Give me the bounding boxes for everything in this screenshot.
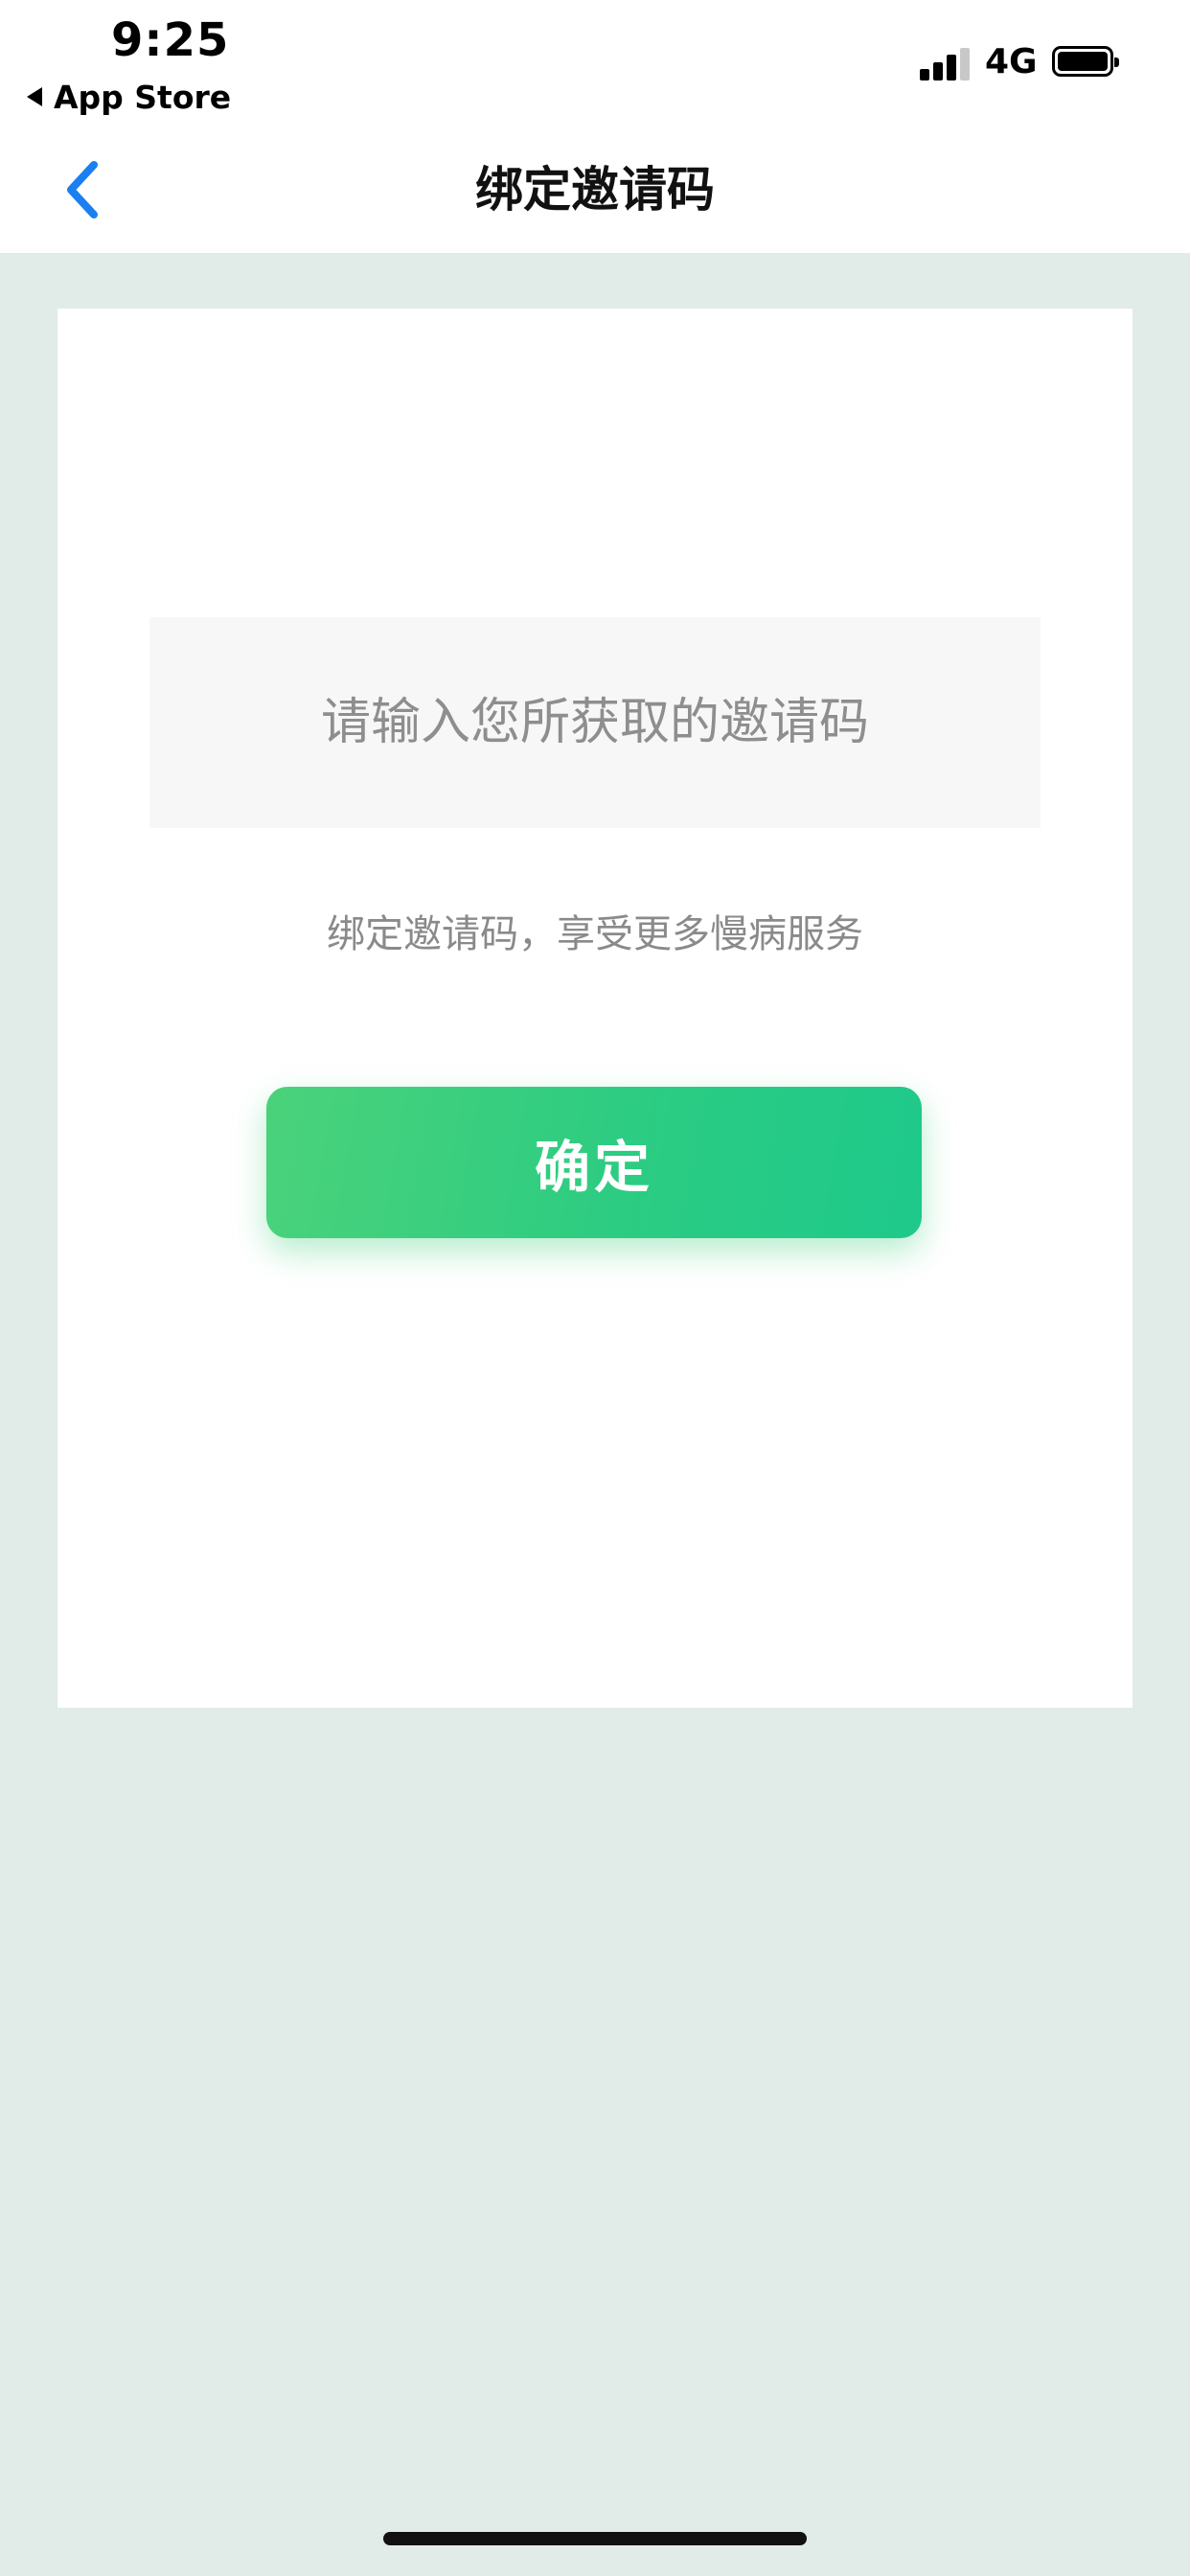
status-time: 9:25 <box>111 13 230 67</box>
hint-text: 绑定邀请码，享受更多慢病服务 <box>327 912 863 956</box>
confirm-button[interactable]: 确定 <box>266 1087 922 1238</box>
signal-bars-icon <box>920 46 973 80</box>
status-bar: 9:25 App Store 4G <box>0 0 1190 126</box>
back-app-label: App Store <box>54 79 232 116</box>
invite-code-input[interactable] <box>149 617 1041 828</box>
navigation-bar: 绑定邀请码 <box>0 126 1190 253</box>
invite-code-card: 绑定邀请码，享受更多慢病服务 确定 <box>57 309 1133 1708</box>
network-type: 4G <box>985 42 1038 81</box>
home-indicator <box>383 2532 807 2545</box>
page-title: 绑定邀请码 <box>475 162 715 218</box>
battery-icon <box>1052 46 1119 77</box>
back-triangle-icon <box>27 87 42 106</box>
back-to-app-link[interactable]: App Store <box>27 79 231 116</box>
